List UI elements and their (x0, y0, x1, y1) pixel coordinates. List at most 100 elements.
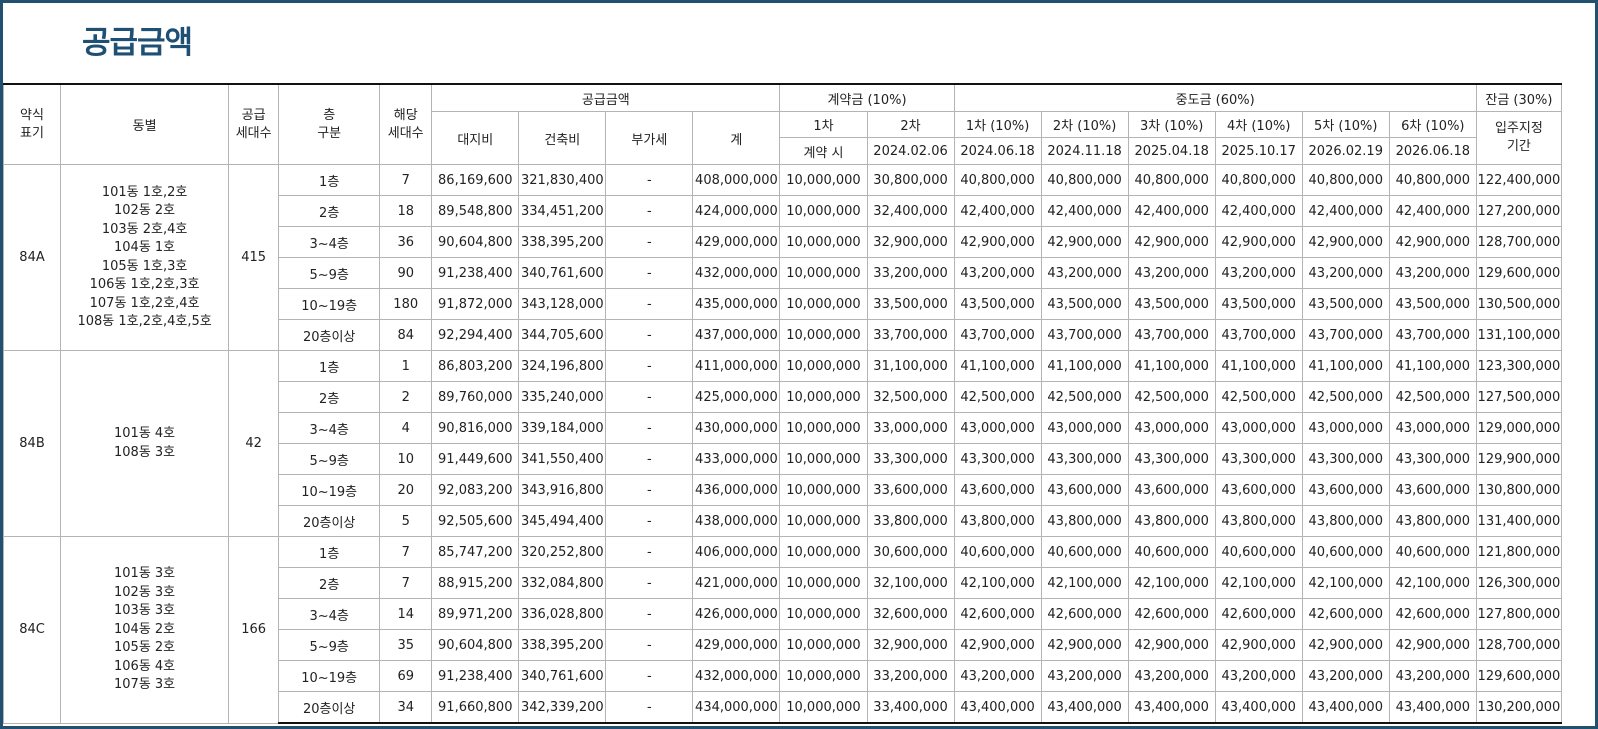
cell-building: 338,395,200 (518, 629, 607, 661)
cell-floor: 2층 (278, 567, 381, 599)
cell-units: 90 (379, 257, 433, 289)
cell-total: 436,000,000 (692, 474, 781, 506)
cell-building: 324,196,800 (518, 350, 607, 382)
cell-mid-2: 42,900,000 (1040, 629, 1129, 661)
cell-units: 2 (379, 381, 433, 413)
header-balance-when: 입주지정 기간 (1475, 111, 1563, 165)
cell-mid-1: 43,400,000 (953, 691, 1042, 724)
cell-balance: 127,200,000 (1475, 195, 1563, 227)
cell-balance: 126,300,000 (1475, 567, 1563, 599)
cell-total: 432,000,000 (692, 257, 781, 289)
cell-building: 339,184,000 (518, 412, 607, 444)
cell-mid-6: 43,800,000 (1388, 505, 1477, 537)
cell-c2: 30,600,000 (866, 536, 955, 568)
cell-balance: 123,300,000 (1475, 350, 1563, 382)
cell-total: 435,000,000 (692, 288, 781, 320)
cell-mid-4: 43,200,000 (1214, 257, 1303, 289)
cell-mid-3: 42,500,000 (1127, 381, 1216, 413)
dong-entry: 108동 3호 (114, 444, 176, 460)
cell-vat: - (605, 288, 694, 320)
page-frame: 공급금액 약식 표기 동별 공급 세대수 층 구분 해당 세대수 공급금액 계약… (0, 0, 1598, 729)
dong-entry: 105동 1호,3호 (101, 258, 188, 274)
cell-land: 92,294,400 (431, 319, 520, 351)
cell-mid-2: 42,100,000 (1040, 567, 1129, 599)
cell-mid-4: 43,000,000 (1214, 412, 1303, 444)
cell-mid-1: 43,300,000 (953, 443, 1042, 475)
dong-entry: 108동 1호,2호,4호,5호 (77, 314, 212, 329)
cell-mid-3: 41,100,000 (1127, 350, 1216, 382)
cell-mid-1: 43,700,000 (953, 319, 1042, 351)
header-mid-6: 6차 (10%) (1388, 111, 1477, 138)
cell-mid-5: 42,500,000 (1301, 381, 1390, 413)
header-middle: 중도금 (60%) (953, 83, 1477, 112)
dong-entry: 101동 3호 (114, 566, 176, 581)
cell-mid-4: 42,100,000 (1214, 567, 1303, 599)
cell-vat: - (605, 195, 694, 227)
cell-balance: 130,200,000 (1475, 691, 1563, 724)
cell-land: 92,505,600 (431, 505, 520, 537)
cell-balance: 129,600,000 (1475, 660, 1563, 692)
cell-mid-4: 42,500,000 (1214, 381, 1303, 413)
cell-c1: 10,000,000 (779, 691, 868, 724)
cell-units: 180 (379, 288, 433, 320)
cell-type: 84B (2, 350, 62, 537)
cell-mid-5: 42,900,000 (1301, 629, 1390, 661)
dong-entry: 105동 2호 (114, 640, 176, 655)
cell-units: 4 (379, 412, 433, 444)
cell-floor: 5~9층 (278, 443, 381, 475)
cell-vat: - (605, 257, 694, 289)
cell-mid-2: 40,600,000 (1040, 536, 1129, 568)
cell-mid-2: 42,500,000 (1040, 381, 1129, 413)
cell-dong-list: 101동 3호 102동 3호 103동 3호 104동 2호 105동 2호 106동 … (60, 536, 230, 724)
cell-mid-3: 42,100,000 (1127, 567, 1216, 599)
cell-total: 429,000,000 (692, 629, 781, 661)
dong-entry: 102동 2호 (114, 203, 176, 218)
cell-units: 1 (379, 350, 433, 382)
price-table-container: 약식 표기 동별 공급 세대수 층 구분 해당 세대수 공급금액 계약금 (10… (2, 83, 1595, 724)
cell-c1: 10,000,000 (779, 660, 868, 692)
cell-mid-4: 41,100,000 (1214, 350, 1303, 382)
cell-vat: - (605, 319, 694, 351)
cell-building: 344,705,600 (518, 319, 607, 351)
cell-units: 84 (379, 319, 433, 351)
cell-mid-5: 41,100,000 (1301, 350, 1390, 382)
cell-mid-6: 42,400,000 (1388, 195, 1477, 227)
cell-c2: 33,500,000 (866, 288, 955, 320)
table-row: 84A 101동 1호,2호 102동 2호 103동 2호,4호 104동 1호 105… (2, 164, 1563, 351)
cell-c1: 10,000,000 (779, 257, 868, 289)
dong-entry: 107동 1호,2호,4호 (89, 295, 200, 311)
cell-c1: 10,000,000 (779, 195, 868, 227)
cell-mid-3: 43,000,000 (1127, 412, 1216, 444)
cell-floor: 10~19층 (278, 474, 381, 506)
cell-floor: 1층 (278, 536, 381, 568)
cell-c1: 10,000,000 (779, 319, 868, 351)
header-dong: 동별 (60, 83, 230, 165)
cell-land: 86,169,600 (431, 164, 520, 196)
cell-total: 437,000,000 (692, 319, 781, 351)
header-mid-1: 1차 (10%) (953, 111, 1042, 138)
header-mid-5-date: 2026.02.19 (1301, 137, 1390, 165)
cell-c2: 32,900,000 (866, 629, 955, 661)
dong-entry: 104동 2호 (114, 621, 176, 637)
cell-c2: 30,800,000 (866, 164, 955, 196)
cell-balance: 131,400,000 (1475, 505, 1563, 537)
cell-land: 85,747,200 (431, 536, 520, 568)
cell-units: 34 (379, 691, 433, 724)
cell-units: 20 (379, 474, 433, 506)
cell-land: 92,083,200 (431, 474, 520, 506)
cell-building: 342,339,200 (518, 691, 607, 724)
cell-vat: - (605, 691, 694, 724)
cell-building: 334,451,200 (518, 195, 607, 227)
cell-balance: 129,000,000 (1475, 412, 1563, 444)
cell-mid-1: 41,100,000 (953, 350, 1042, 382)
cell-supply-units: 166 (228, 536, 280, 724)
cell-mid-3: 43,300,000 (1127, 443, 1216, 475)
cell-total: 433,000,000 (692, 443, 781, 475)
cell-mid-4: 42,400,000 (1214, 195, 1303, 227)
cell-type: 84A (2, 164, 62, 351)
cell-vat: - (605, 412, 694, 444)
header-contract-1-when: 계약 시 (779, 137, 868, 165)
cell-mid-3: 43,400,000 (1127, 691, 1216, 724)
cell-mid-5: 40,800,000 (1301, 164, 1390, 196)
cell-mid-6: 43,600,000 (1388, 474, 1477, 506)
